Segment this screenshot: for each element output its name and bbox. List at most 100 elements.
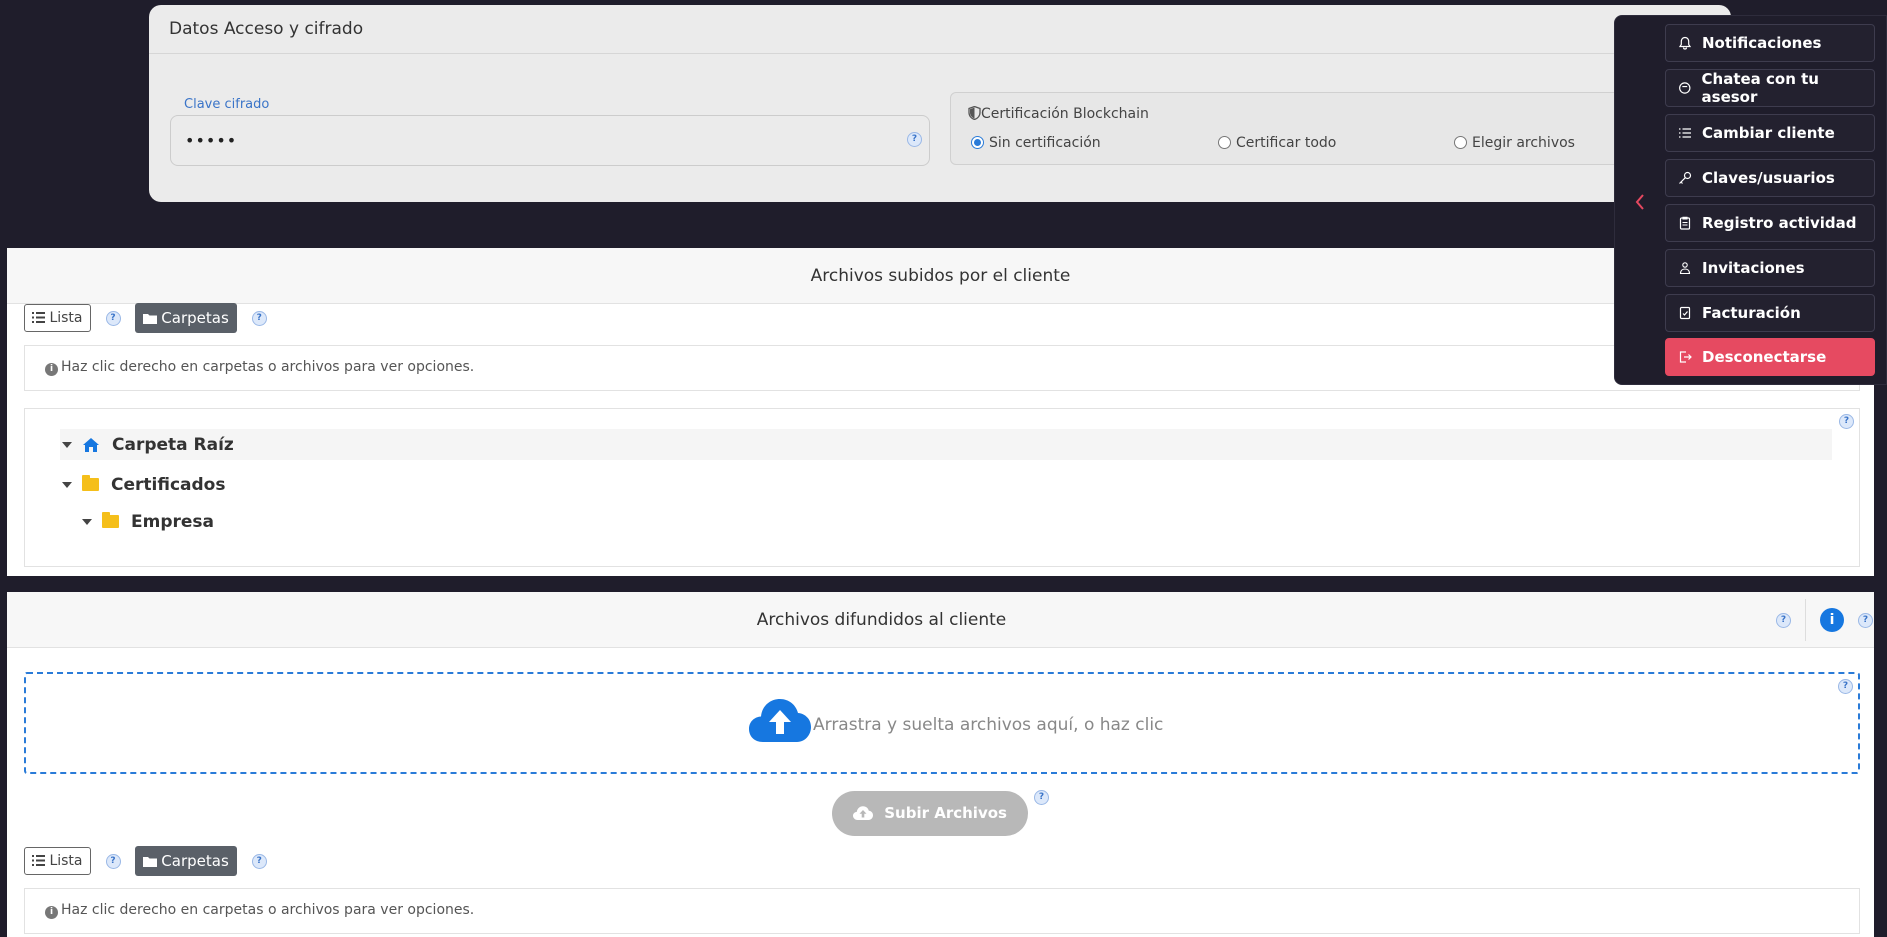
radio-certificar-todo[interactable]: Certificar todo [1218, 135, 1336, 151]
menu-item-label: Chatea con tu asesor [1701, 70, 1819, 106]
radio-dot-selected[interactable] [971, 136, 984, 149]
menu-item-label: Invitaciones [1702, 259, 1805, 277]
menu-item-desconectarse[interactable]: Desconectarse [1665, 338, 1875, 376]
shared-files-header: Archivos difundidos al cliente ? i ? [7, 592, 1874, 648]
info-text: Haz clic derecho en carpetas o archivos … [61, 359, 475, 375]
help-icon[interactable]: ? [1034, 790, 1049, 805]
radio-dot[interactable] [1454, 136, 1467, 149]
help-icon[interactable]: ? [1839, 414, 1854, 429]
tree-node-certificados[interactable]: Certificados [60, 469, 225, 500]
info-circle-icon: i [45, 906, 58, 919]
upload-files-button[interactable]: Subir Archivos [832, 791, 1028, 836]
list-view-button[interactable]: Lista [24, 847, 91, 875]
menu-item-label: Cambiar cliente [1702, 124, 1835, 142]
access-card-title: Datos Acceso y cifrado [149, 5, 1731, 54]
caret-down-icon[interactable] [62, 481, 72, 488]
tree-node-label: Empresa [131, 511, 214, 532]
folder-view-label: Carpetas [161, 852, 229, 870]
cert-title: Certificación Blockchain [968, 105, 1149, 122]
chevron-left-icon[interactable] [1635, 191, 1645, 215]
menu-item-notificaciones[interactable]: Notificaciones [1665, 24, 1875, 62]
tree-node-root[interactable]: Carpeta Raíz [60, 429, 1832, 460]
tree-node-label: Carpeta Raíz [112, 434, 234, 455]
users-icon [1679, 262, 1691, 275]
list-view-label: Lista [49, 853, 83, 869]
shield-icon [968, 105, 981, 121]
tree-node-empresa[interactable]: Empresa [80, 506, 214, 537]
help-icon[interactable]: ? [1838, 679, 1853, 694]
shared-files-panel: Archivos difundidos al cliente ? i ? ? A… [7, 592, 1874, 937]
radio-sin-certificacion[interactable]: Sin certificación [971, 135, 1101, 151]
menu-item-invitaciones[interactable]: Invitaciones [1665, 249, 1875, 287]
help-icon[interactable]: ? [251, 310, 267, 326]
clipboard-icon [1679, 216, 1691, 230]
file-drop-zone[interactable]: ? Arrastra y suelta archivos aquí, o haz… [24, 672, 1860, 774]
header-actions: ? i ? [1776, 592, 1874, 648]
menu-item-label: Claves/usuarios [1702, 169, 1835, 187]
bell-icon [1678, 36, 1692, 50]
list-view-button[interactable]: Lista [24, 304, 91, 332]
help-icon[interactable]: ? [251, 853, 267, 869]
cloud-upload-icon [853, 806, 874, 820]
user-side-menu: Notificaciones Chatea con tu asesor Camb… [1614, 15, 1887, 385]
folder-icon [142, 314, 157, 324]
uploaded-files-title: Archivos subidos por el cliente [7, 248, 1874, 304]
folder-tree: ? Carpeta Raíz Certificados Empresa [24, 408, 1860, 567]
radio-label: Sin certificación [989, 135, 1101, 151]
key-icon [1679, 171, 1692, 184]
folder-icon [142, 857, 157, 867]
help-icon[interactable]: ? [907, 132, 922, 147]
access-card: Datos Acceso y cifrado Clave cifrado •••… [149, 5, 1731, 202]
help-icon[interactable]: ? [1776, 612, 1791, 628]
invoice-icon [1679, 306, 1691, 320]
uploaded-files-panel: Archivos subidos por el cliente Lista ? … [7, 248, 1874, 576]
info-icon[interactable]: i [1820, 608, 1844, 632]
menu-item-label: Facturación [1702, 304, 1801, 322]
list-icon [1679, 128, 1691, 138]
radio-elegir-archivos[interactable]: Elegir archivos [1454, 135, 1575, 151]
radio-label: Elegir archivos [1472, 135, 1575, 151]
cert-title-label: Certificación Blockchain [981, 106, 1149, 122]
drop-zone-content: Arrastra y suelta archivos aquí, o haz c… [749, 698, 1163, 742]
menu-item-claves[interactable]: Claves/usuarios [1665, 159, 1875, 197]
menu-item-label: Desconectarse [1702, 348, 1827, 366]
info-circle-icon: i [45, 363, 58, 376]
radio-dot[interactable] [1218, 136, 1231, 149]
menu-item-registro[interactable]: Registro actividad [1665, 204, 1875, 242]
upload-files-label: Subir Archivos [884, 804, 1007, 822]
folder-icon [102, 512, 119, 528]
tree-node-label: Certificados [111, 474, 226, 495]
menu-item-facturacion[interactable]: Facturación [1665, 294, 1875, 332]
encryption-key-field[interactable] [170, 115, 930, 166]
list-icon [32, 855, 45, 866]
panel-title: Archivos subidos por el cliente [810, 266, 1071, 286]
info-text: Haz clic derecho en carpetas o archivos … [61, 902, 475, 918]
folder-view-button[interactable]: Carpetas [134, 846, 237, 876]
menu-item-label: Registro actividad [1702, 214, 1857, 232]
chat-icon [1679, 82, 1691, 94]
help-icon[interactable]: ? [1858, 612, 1873, 628]
folder-view-button[interactable]: Carpetas [134, 303, 237, 333]
view-toolbar: Lista ? Carpetas ? [24, 846, 267, 876]
help-icon[interactable]: ? [105, 853, 121, 869]
help-icon[interactable]: ? [105, 310, 121, 326]
cloud-upload-icon [749, 699, 811, 742]
blockchain-cert-box: Certificación Blockchain Sin certificaci… [950, 92, 1730, 165]
list-icon [32, 312, 45, 323]
view-toolbar: Lista ? Carpetas ? [24, 303, 267, 333]
menu-item-chatea[interactable]: Chatea con tu asesor [1665, 69, 1875, 107]
folder-view-label: Carpetas [161, 309, 229, 327]
radio-label: Certificar todo [1236, 135, 1337, 151]
menu-item-cambiar-cliente[interactable]: Cambiar cliente [1665, 114, 1875, 152]
caret-down-icon[interactable] [82, 518, 92, 525]
folder-icon [82, 475, 99, 491]
drop-zone-text: Arrastra y suelta archivos aquí, o haz c… [813, 715, 1164, 735]
list-view-label: Lista [49, 310, 83, 326]
home-icon [83, 437, 99, 452]
encryption-key-value[interactable]: ••••• [185, 131, 237, 150]
caret-down-icon[interactable] [62, 441, 72, 448]
logout-icon [1679, 351, 1692, 363]
encryption-key-label: Clave cifrado [179, 97, 275, 112]
info-message: i Haz clic derecho en carpetas o archivos… [24, 345, 1860, 391]
divider [1805, 599, 1806, 641]
